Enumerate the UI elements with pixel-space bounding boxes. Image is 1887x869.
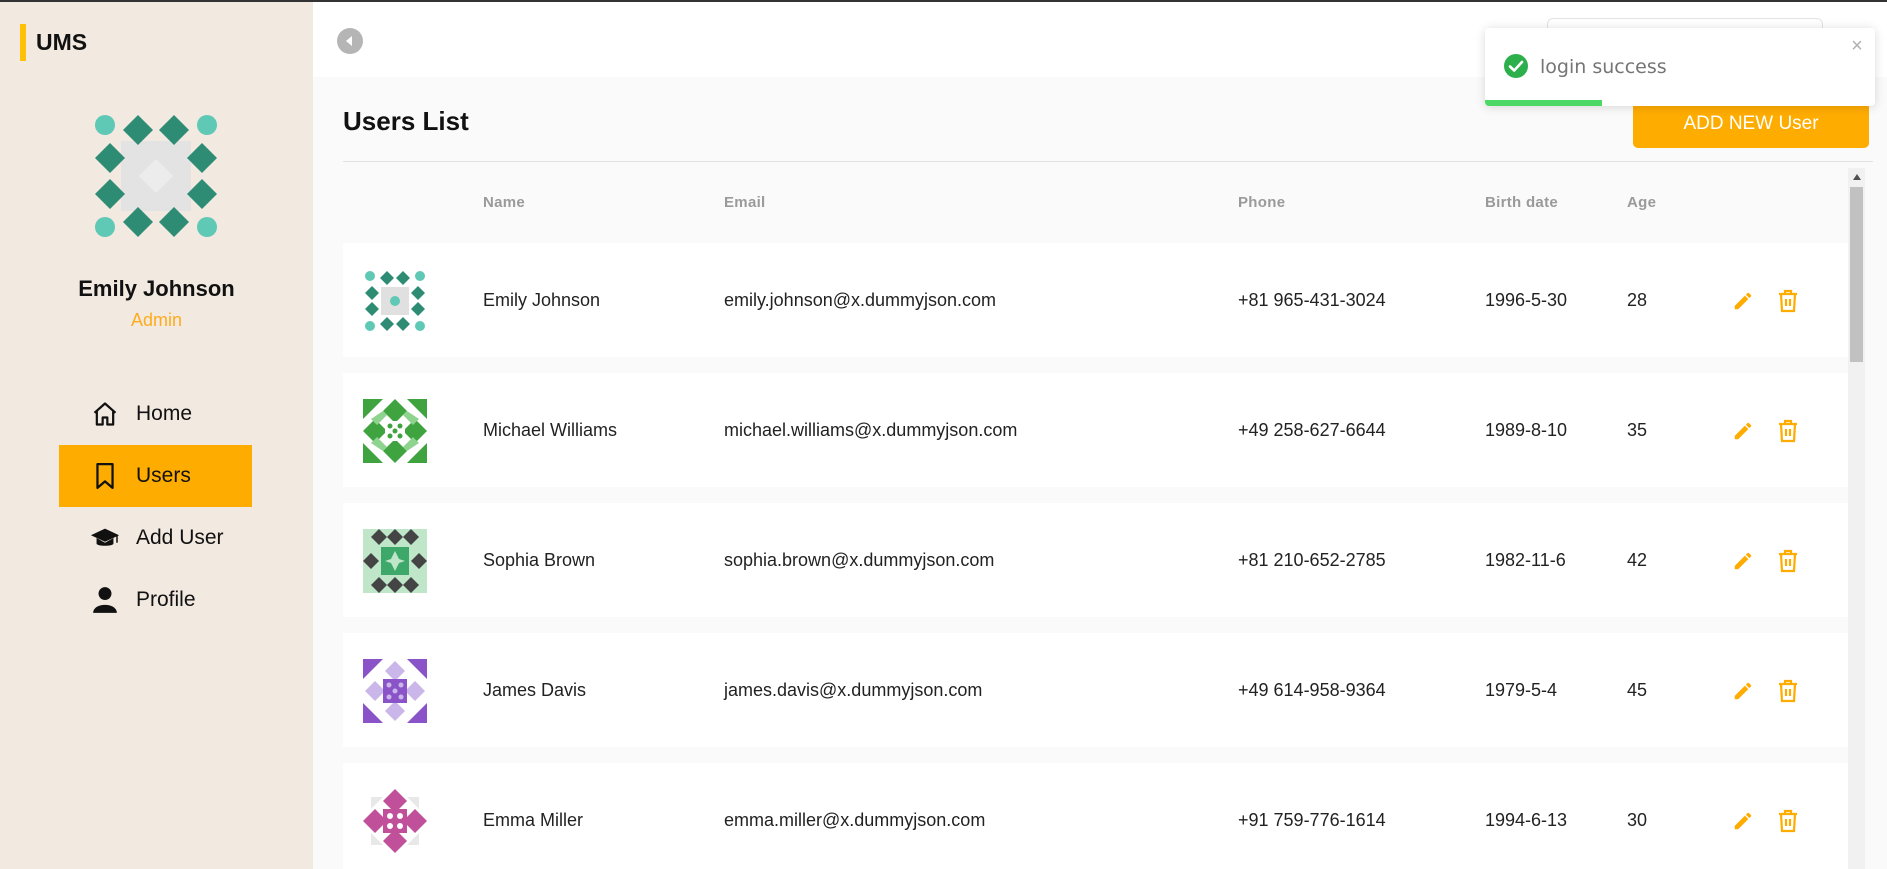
- edit-pencil-icon[interactable]: [1730, 678, 1756, 704]
- profile-avatar: [95, 115, 217, 237]
- column-header-email: Email: [724, 194, 766, 211]
- user-name: James Davis: [483, 679, 587, 700]
- column-header-phone: Phone: [1238, 194, 1286, 211]
- edit-pencil-icon[interactable]: [1730, 548, 1756, 574]
- user-email: sophia.brown@x.dummyjson.com: [724, 549, 995, 570]
- sidebar: UMS Emily Johnson Admin Home Users Add U…: [0, 2, 313, 869]
- user-name: Michael Williams: [483, 419, 618, 440]
- person-icon: [90, 585, 120, 615]
- table-row: James Davis james.davis@x.dummyjson.com …: [343, 633, 1848, 747]
- scrollbar-thumb[interactable]: [1850, 187, 1863, 362]
- delete-trash-icon[interactable]: [1775, 418, 1801, 444]
- user-avatar: [365, 271, 425, 331]
- user-phone: +49 258-627-6644: [1238, 419, 1386, 440]
- success-check-icon: [1504, 54, 1528, 78]
- user-phone: +81 210-652-2785: [1238, 549, 1386, 570]
- user-age: 30: [1627, 809, 1648, 830]
- nav-label-users: Users: [136, 464, 191, 487]
- brand: UMS: [20, 24, 87, 61]
- bookmark-icon: [90, 461, 120, 491]
- user-email: emily.johnson@x.dummyjson.com: [724, 289, 997, 310]
- user-age: 35: [1627, 419, 1648, 440]
- nav-item-home[interactable]: Home: [59, 383, 252, 445]
- chevron-left-icon: [346, 36, 352, 46]
- header-divider: [343, 161, 1873, 162]
- delete-trash-icon[interactable]: [1775, 288, 1801, 314]
- toast-notification: login success ×: [1485, 28, 1875, 106]
- edit-pencil-icon[interactable]: [1730, 288, 1756, 314]
- user-phone: +49 614-958-9364: [1238, 679, 1386, 700]
- graduation-cap-icon: [90, 523, 120, 553]
- user-avatar: [363, 659, 427, 723]
- home-icon: [90, 399, 120, 429]
- table-row: Emma Miller emma.miller@x.dummyjson.com …: [343, 763, 1848, 869]
- user-phone: +91 759-776-1614: [1238, 809, 1386, 830]
- user-name: Sophia Brown: [483, 549, 596, 570]
- page-title: Users List: [343, 106, 469, 136]
- main-content: Users List ADD NEW User Name Email Phone…: [313, 2, 1887, 869]
- close-icon[interactable]: ×: [1847, 35, 1867, 57]
- user-birth-date: 1989-8-10: [1485, 419, 1568, 440]
- delete-trash-icon[interactable]: [1775, 548, 1801, 574]
- scroll-up-arrow-icon[interactable]: [1848, 168, 1865, 185]
- profile-role: Admin: [130, 310, 183, 330]
- user-email: james.davis@x.dummyjson.com: [724, 679, 983, 700]
- edit-pencil-icon[interactable]: [1730, 808, 1756, 834]
- table-row: Sophia Brown sophia.brown@x.dummyjson.co…: [343, 503, 1848, 617]
- user-name: Emma Miller: [483, 809, 584, 830]
- user-email: michael.williams@x.dummyjson.com: [724, 419, 1018, 440]
- user-age: 42: [1627, 549, 1648, 570]
- nav-label-profile: Profile: [136, 588, 196, 611]
- user-name: Emily Johnson: [483, 289, 601, 310]
- nav-item-users[interactable]: Users: [59, 445, 252, 507]
- nav-item-profile[interactable]: Profile: [59, 569, 252, 631]
- user-birth-date: 1994-6-13: [1485, 809, 1568, 830]
- brand-accent-bar: [20, 24, 26, 61]
- add-new-user-button[interactable]: ADD NEW User: [1633, 100, 1869, 148]
- user-birth-date: 1982-11-6: [1485, 549, 1566, 570]
- user-phone: +81 965-431-3024: [1238, 289, 1386, 310]
- table-row: Michael Williams michael.williams@x.dumm…: [343, 373, 1848, 487]
- delete-trash-icon[interactable]: [1775, 808, 1801, 834]
- collapse-sidebar-button[interactable]: [337, 28, 363, 54]
- column-header-age: Age: [1627, 194, 1657, 211]
- user-age: 45: [1627, 679, 1648, 700]
- table-row: Emily Johnson emily.johnson@x.dummyjson.…: [343, 243, 1848, 357]
- user-age: 28: [1627, 289, 1648, 310]
- column-header-birth-date: Birth date: [1485, 194, 1559, 211]
- user-avatar: [363, 399, 427, 463]
- user-avatar: [363, 529, 427, 593]
- nav-item-add-user[interactable]: Add User: [59, 507, 252, 569]
- nav-label-home: Home: [136, 402, 193, 425]
- nav-label-add-user: Add User: [136, 526, 224, 549]
- user-email: emma.miller@x.dummyjson.com: [724, 809, 986, 830]
- table-header: Name Email Phone Birth date Age: [343, 194, 1848, 218]
- app-title: UMS: [36, 29, 88, 55]
- table-scrollbar[interactable]: [1848, 168, 1865, 869]
- delete-trash-icon[interactable]: [1775, 678, 1801, 704]
- user-birth-date: 1996-5-30: [1485, 289, 1568, 310]
- toast-message: login success: [1540, 56, 1667, 78]
- column-header-name: Name: [483, 194, 526, 211]
- user-avatar: [363, 789, 427, 853]
- edit-pencil-icon[interactable]: [1730, 418, 1756, 444]
- profile-name: Emily Johnson: [78, 276, 235, 301]
- toast-progress-bar: [1485, 100, 1602, 106]
- user-birth-date: 1979-5-4: [1485, 679, 1558, 700]
